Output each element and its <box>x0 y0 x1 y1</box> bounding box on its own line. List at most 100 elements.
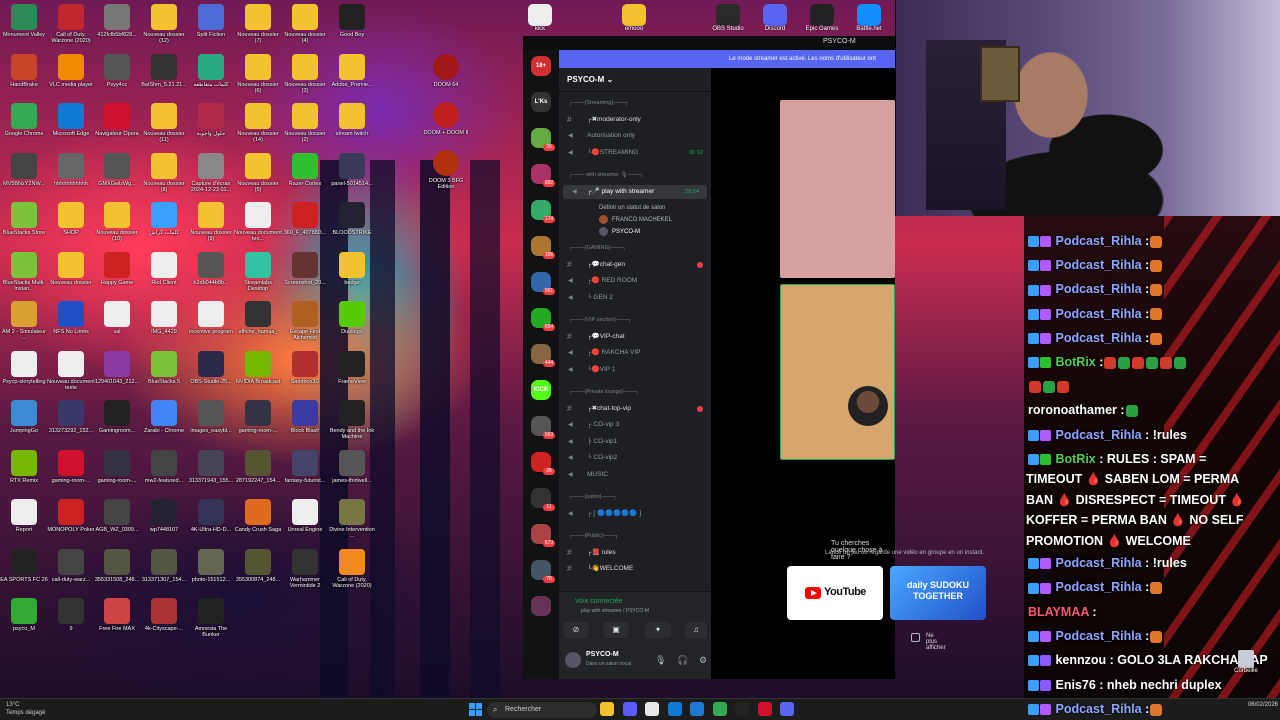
sudoku-activity-card[interactable]: daily SUDOKU TOGETHER <box>890 566 986 620</box>
desktop-shortcut[interactable]: Razer Cortex <box>281 152 329 187</box>
desktop-shortcut[interactable]: MV5BNzY2NW... <box>0 152 48 187</box>
server-icon[interactable]: L'Ks <box>531 92 551 112</box>
desktop-shortcut[interactable]: images_easybl... <box>187 400 235 434</box>
desktop-shortcut[interactable]: 313371307_154... <box>140 548 188 583</box>
voice-channel[interactable]: ◀ ┌🔴 RED ROOM <box>559 274 711 288</box>
desktop-shortcut[interactable]: Report <box>0 499 48 533</box>
desktop-shortcut[interactable]: 4k-Cityscape-... <box>140 598 188 632</box>
desktop-shortcut[interactable]: حلول وأجوبة <box>187 103 235 137</box>
desktop-shortcut[interactable]: Nouveau dossier (2) <box>281 103 329 143</box>
desktop-shortcut[interactable]: Nouveau dossier (12) <box>140 4 188 44</box>
voice-channel[interactable]: ◀ └ CO-vip2 <box>559 451 711 465</box>
desktop-shortcut[interactable]: BlueStacks Store <box>0 202 48 236</box>
desktop-shortcut[interactable]: OBS Studio <box>710 4 746 32</box>
desktop-shortcut[interactable]: NFS No Limits <box>47 301 95 335</box>
desktop-shortcut[interactable]: Gamingroom... <box>93 400 141 434</box>
desktop-shortcut[interactable]: b2db044b8b... <box>187 251 235 286</box>
taskbar-app-icon[interactable] <box>600 702 614 716</box>
taskbar-app-icon[interactable] <box>667 702 682 716</box>
desktop-shortcut[interactable]: Bendy and the Ink Machine <box>328 400 376 440</box>
recycle-bin[interactable]: Corbeille <box>1228 650 1264 674</box>
voice-status-hint[interactable]: Définir un statut de salon <box>599 202 665 214</box>
desktop-shortcut[interactable]: DOOM 3 BFG Edition <box>422 150 470 190</box>
desktop-shortcut[interactable]: gaming-room-... <box>93 449 141 484</box>
channel-category[interactable]: ┌───{GAMING}───┐ <box>559 241 711 255</box>
desktop-shortcut[interactable]: BlueStacks 5 <box>140 350 188 385</box>
desktop-shortcut[interactable]: incentive program <box>187 301 235 335</box>
text-channel[interactable]: # ┌📕 rules <box>559 546 711 560</box>
desktop-shortcut[interactable]: Split Fiction <box>187 4 235 38</box>
voice-user-2[interactable]: PSYCO-M <box>599 226 640 238</box>
desktop-shortcut[interactable]: VLC media player <box>47 53 95 88</box>
desktop-shortcut[interactable]: Duolingo <box>328 301 376 335</box>
desktop-shortcut[interactable]: 355300874_248... <box>234 548 282 583</box>
desktop-shortcut[interactable]: Amnesia The Bunker <box>187 598 235 638</box>
desktop-shortcut[interactable]: Call of Duty, Warzone (2020) <box>328 548 376 589</box>
desktop-shortcut[interactable]: Monument Valley <box>0 4 48 38</box>
desktop-shortcut[interactable]: HandBrake <box>0 53 48 88</box>
voice-channel[interactable]: ◀ └🔴VIP 1 <box>559 363 711 377</box>
desktop-shortcut[interactable]: 4K-Ultra-HD-D... <box>187 499 235 533</box>
desktop-shortcut[interactable]: Warhammer Vermintide 2 <box>281 548 329 589</box>
desktop-shortcut[interactable]: FrameView <box>328 350 376 385</box>
channel-category[interactable]: ┌───{Private lounge}───┐ <box>559 385 711 399</box>
voice-channel[interactable]: ◀ ┌🔴 RAKCHA VIP <box>559 346 711 360</box>
voice-user-1[interactable]: FRANCO MACHEKEL <box>599 214 672 226</box>
headphones-icon[interactable]: 🎧 <box>677 655 688 666</box>
desktop-shortcut[interactable]: Psyy4cc <box>93 53 141 88</box>
desktop-shortcut[interactable]: Nouveau dossier (5) <box>234 152 282 193</box>
desktop-shortcut[interactable]: Screenshot_20... <box>281 251 329 286</box>
desktop-shortcut[interactable]: BatShm_5.21.21... <box>140 53 188 88</box>
channel-category[interactable]: ┌─── with streamer 🎙───┐ <box>559 168 711 182</box>
desktop-shortcut[interactable]: Battle.net <box>851 4 887 32</box>
desktop-shortcut[interactable]: BLOODSTRIKE <box>328 202 376 236</box>
desktop-shortcut[interactable]: 360_F_40788D... <box>281 202 329 236</box>
desktop-shortcut[interactable]: Nouveau document texte <box>47 350 95 391</box>
desktop-shortcut[interactable]: Zarabi - Chrome <box>140 400 188 434</box>
desktop-shortcut[interactable]: 313371943_155... <box>187 449 235 484</box>
server-icon[interactable] <box>531 596 551 616</box>
desktop-shortcut[interactable]: RTX Remix <box>0 449 48 484</box>
desktop-shortcut[interactable]: Nouveau dossier (14) <box>234 103 282 143</box>
channel-category[interactable]: ┌───{salon}───┐ <box>559 490 711 504</box>
weather-widget[interactable]: 13°C Temps dégagé <box>6 701 45 717</box>
desktop-shortcut[interactable]: mw2-featured... <box>140 449 188 484</box>
desktop-shortcut[interactable]: Nouveau document tex... <box>234 202 282 242</box>
desktop-shortcut[interactable]: Free Fire MAX <box>93 598 141 632</box>
participant-tile[interactable] <box>780 100 895 278</box>
voice-channel[interactable]: ◀ ├ CO-vip1 <box>559 435 711 449</box>
server-icon[interactable]: KICK <box>531 380 551 400</box>
desktop-shortcut[interactable]: Block Blast! <box>281 400 329 434</box>
channel-category[interactable]: ┌───{Streaming}───┐ <box>559 96 711 110</box>
desktop-shortcut[interactable]: hhhhhhhhhhh <box>47 152 95 187</box>
taskbar-app-icon[interactable] <box>780 702 794 716</box>
text-channel[interactable]: # ┌💬VIP-chat <box>559 330 711 344</box>
desktop-shortcut[interactable]: Candy Crush Saga <box>234 499 282 533</box>
text-channel[interactable]: # └👋WELCOME <box>559 562 711 576</box>
screen-share-button[interactable]: ▣ <box>603 622 629 638</box>
desktop-shortcut[interactable]: 287192247_154... <box>234 449 282 484</box>
desktop-shortcut[interactable]: Navigateur Opera <box>93 103 141 137</box>
desktop-shortcut[interactable]: AGB_WZ_0309... <box>93 499 141 533</box>
desktop-shortcut[interactable]: EA SPORTS FC 26 <box>0 548 48 583</box>
desktop-shortcut[interactable]: Nouveau dossier (4) <box>281 4 329 44</box>
desktop-shortcut[interactable]: 129401043_212... <box>93 350 141 385</box>
desktop-shortcut[interactable]: Nouveau dossier (10) <box>93 202 141 242</box>
taskbar-app-icon[interactable] <box>757 702 772 716</box>
desktop-shortcut[interactable]: Call of Duty, Warzone (2020) <box>47 4 95 44</box>
soundboard-button[interactable]: ♫ <box>685 622 707 638</box>
desktop-shortcut[interactable]: كلمات متقاطعة <box>187 53 235 88</box>
taskbar-app-icon[interactable] <box>712 702 727 716</box>
desktop-shortcut[interactable]: Riot Client <box>140 251 188 286</box>
desktop-shortcut[interactable]: Nouveau dossier (9) <box>187 202 235 242</box>
desktop-shortcut[interactable]: BlueStacks Multi-Instan... <box>0 251 48 292</box>
desktop-shortcut[interactable]: Divine Intervention ... <box>328 499 376 539</box>
desktop-shortcut[interactable]: Nouveau dossier (11) <box>140 103 188 143</box>
desktop-shortcut[interactable]: Nouveau dossier (3) <box>281 53 329 94</box>
channel-category[interactable]: ┌───{VIP section}───┐ <box>559 313 711 327</box>
taskbar-app-icon[interactable] <box>645 702 659 716</box>
desktop-shortcut[interactable]: IMG_4429 <box>140 301 188 335</box>
desktop-shortcut[interactable]: 313273292_152... <box>47 400 95 434</box>
desktop-shortcut[interactable]: NVIDIA Broadcast <box>234 350 282 385</box>
desktop-shortcut[interactable]: OBS-Studio-25... <box>187 350 235 385</box>
